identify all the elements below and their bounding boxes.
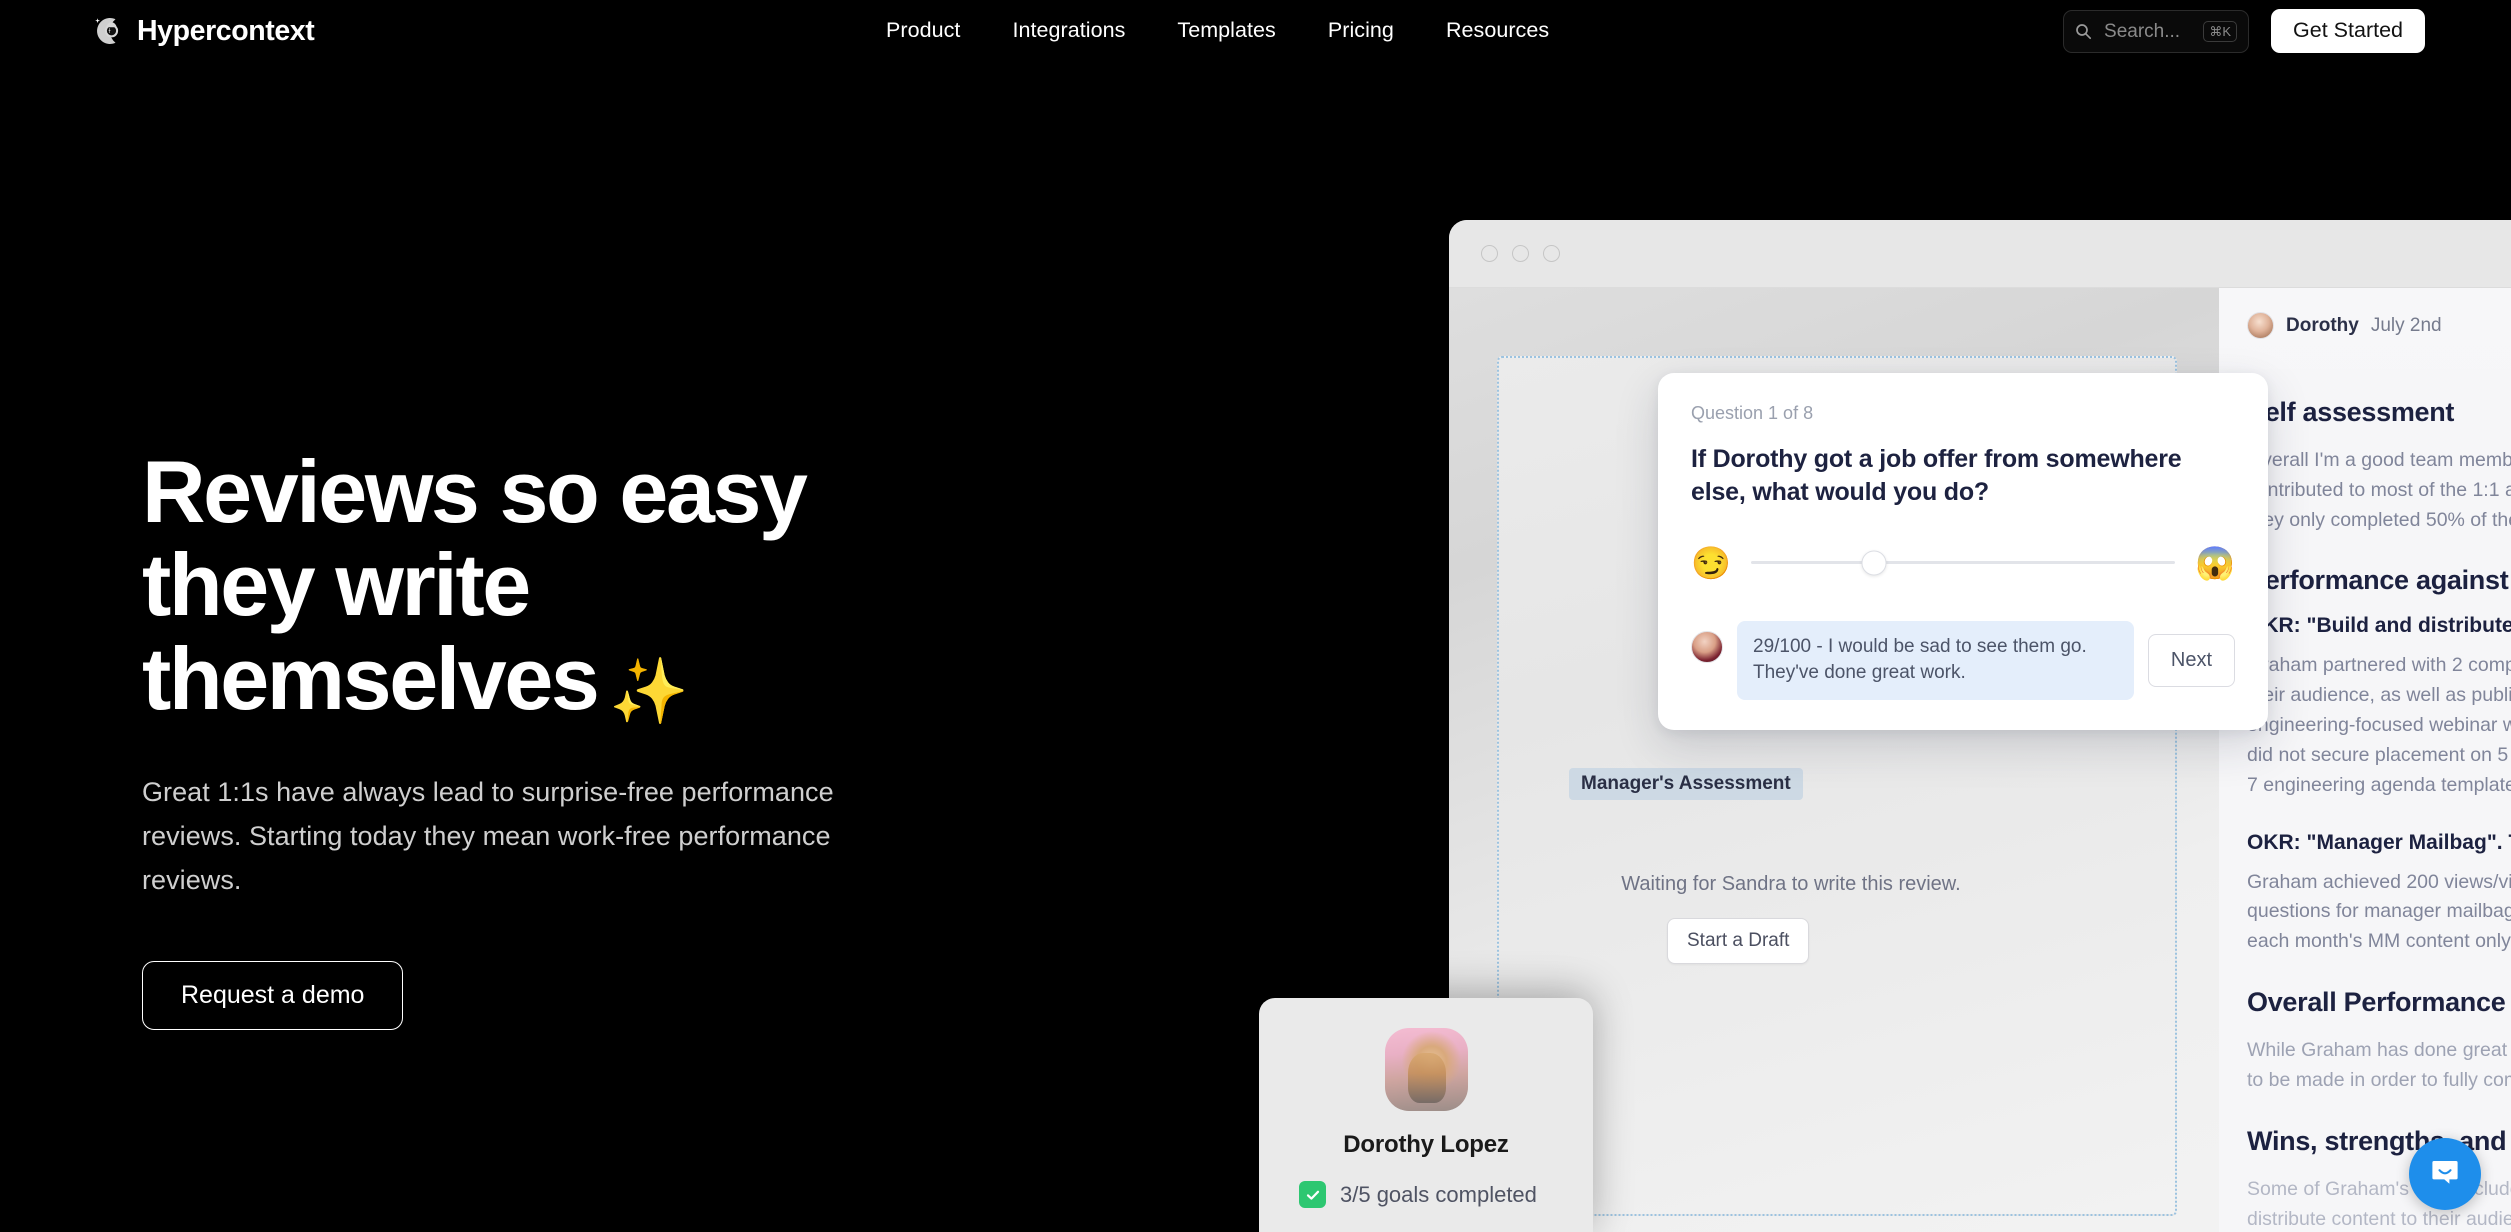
nav-link-resources[interactable]: Resources bbox=[1420, 12, 1575, 50]
review-heading-okr-build-distribute: OKR: "Build and distribute IC bbox=[2247, 614, 2511, 638]
crescent-moon-sparkle-logo-icon bbox=[90, 14, 124, 48]
landing-page: Hypercontext Product Integrations Templa… bbox=[0, 0, 2511, 1232]
primary-nav-links: Product Integrations Templates Pricing R… bbox=[860, 0, 1575, 62]
review-date: July 2nd bbox=[2370, 314, 2442, 336]
sentiment-slider[interactable] bbox=[1750, 550, 2176, 575]
review-author-name: Dorothy bbox=[2286, 314, 2359, 336]
goals-completed-row: 3/5 goals completed bbox=[1259, 1181, 1593, 1208]
review-body-okr-build-distribute: Graham partnered with 2 compani their au… bbox=[2247, 654, 2511, 796]
review-author-avatar bbox=[2247, 312, 2274, 339]
search-icon bbox=[2075, 23, 2092, 40]
app-screenshot-mockup: Manager's Assessment Waiting for Sandra … bbox=[1449, 220, 2511, 1232]
hero-subtitle: Great 1:1s have always lead to surprise-… bbox=[142, 777, 834, 895]
review-body-okr-manager-mailbag: Graham achieved 200 views/video question… bbox=[2247, 870, 2511, 953]
answer-author-avatar bbox=[1691, 630, 1723, 663]
search-input[interactable]: Search... ⌘K bbox=[2063, 9, 2250, 53]
window-close-dot-icon bbox=[1481, 245, 1498, 262]
review-body-overall-performance: While Graham has done great wor to be ma… bbox=[2247, 1039, 2511, 1091]
review-heading-self-assessment: Self assessment bbox=[2247, 397, 2455, 427]
review-author-header: Dorothy July 2nd bbox=[2219, 312, 2511, 369]
question-card: Question 1 of 8 If Dorothy got a job off… bbox=[1658, 373, 2268, 731]
mockup-window-titlebar bbox=[1449, 220, 2511, 288]
answer-row: 29/100 - I would be sad to see them go. … bbox=[1691, 620, 2235, 701]
request-a-demo-button[interactable]: Request a demo bbox=[142, 960, 404, 1030]
sentiment-slider-row: 😏 😱 bbox=[1691, 547, 2235, 579]
check-icon bbox=[1299, 1181, 1326, 1208]
window-maximize-dot-icon bbox=[1543, 245, 1560, 262]
hero-title-line-1: Reviews so easy bbox=[142, 442, 808, 541]
brand-name-text: Hypercontext bbox=[137, 14, 315, 47]
hero-title-line-3: themselves bbox=[142, 628, 600, 728]
nav-right-actions: Search... ⌘K Get Started bbox=[2063, 0, 2425, 62]
smirking-face-emoji-icon: 😏 bbox=[1691, 544, 1731, 581]
mockup-window-body: Manager's Assessment Waiting for Sandra … bbox=[1449, 288, 2511, 1232]
get-started-button[interactable]: Get Started bbox=[2271, 9, 2425, 53]
sentiment-slider-thumb[interactable] bbox=[1861, 550, 1887, 575]
review-body-self-assessment: Overall I'm a good team member w contrib… bbox=[2247, 449, 2511, 531]
search-placeholder-text: Search... bbox=[2104, 20, 2181, 42]
hero-section: Reviews so easy they write themselves ✨ G… bbox=[142, 445, 922, 1030]
answer-text-input[interactable]: 29/100 - I would be sad to see them go. … bbox=[1737, 620, 2134, 701]
goals-completed-text: 3/5 goals completed bbox=[1340, 1181, 1537, 1207]
nav-link-product[interactable]: Product bbox=[860, 12, 986, 50]
hero-title-line-2: they write bbox=[142, 535, 531, 635]
chat-bubble-icon bbox=[2427, 1154, 2463, 1195]
employee-name: Dorothy Lopez bbox=[1343, 1131, 1509, 1158]
review-heading-okr-manager-mailbag: OKR: "Manager Mailbag". To bbox=[2247, 830, 2511, 854]
nav-link-pricing[interactable]: Pricing bbox=[1302, 12, 1420, 50]
search-shortcut-badge: ⌘K bbox=[2203, 20, 2238, 42]
nav-link-integrations[interactable]: Integrations bbox=[986, 12, 1151, 50]
sparkles-icon: ✨ bbox=[609, 654, 690, 727]
question-counter: Question 1 of 8 bbox=[1691, 403, 1814, 423]
window-minimize-dot-icon bbox=[1512, 245, 1529, 262]
chat-support-button[interactable] bbox=[2409, 1138, 2481, 1210]
nav-link-templates[interactable]: Templates bbox=[1151, 12, 1301, 50]
next-question-button[interactable]: Next bbox=[2147, 633, 2235, 687]
review-heading-overall-performance: Overall Performance bbox=[2247, 987, 2506, 1018]
employee-avatar bbox=[1384, 1028, 1468, 1111]
page-title: Reviews so easy they write themselves ✨ bbox=[142, 445, 922, 725]
question-text: If Dorothy got a job offer from somewher… bbox=[1691, 445, 2182, 507]
waiting-for-review-text: Waiting for Sandra to write this review. bbox=[1621, 873, 1961, 895]
start-a-draft-button[interactable]: Start a Draft bbox=[1667, 918, 1810, 964]
top-navigation-bar: Hypercontext Product Integrations Templa… bbox=[0, 0, 2511, 62]
managers-assessment-chip: Manager's Assessment bbox=[1569, 768, 1803, 800]
review-heading-performance-against: Performance against bbox=[2247, 565, 2509, 596]
screaming-face-emoji-icon: 😱 bbox=[2195, 544, 2235, 581]
employee-profile-card: Dorothy Lopez 3/5 goals completed bbox=[1259, 998, 1593, 1232]
brand-logo-link[interactable]: Hypercontext bbox=[90, 8, 315, 54]
